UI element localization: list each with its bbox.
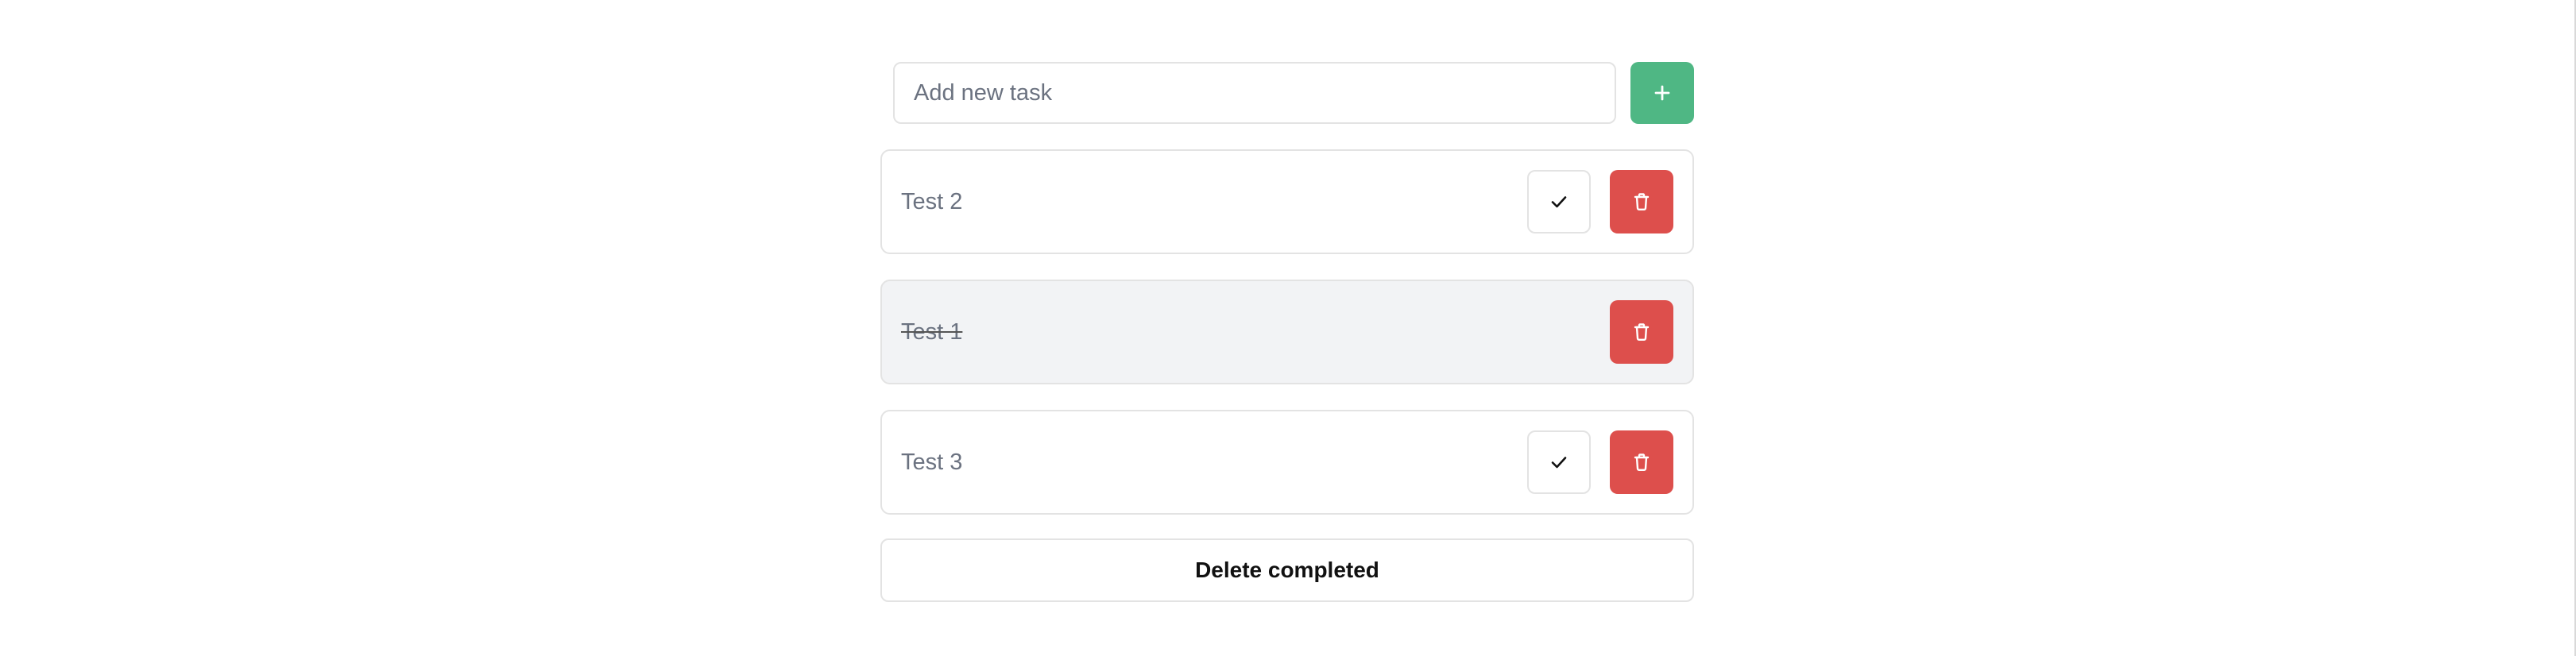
delete-completed-button[interactable]: Delete completed xyxy=(880,538,1694,602)
delete-task-button[interactable] xyxy=(1610,300,1673,364)
add-task-row xyxy=(880,60,1694,125)
plus-icon xyxy=(1651,82,1673,104)
trash-icon xyxy=(1630,320,1654,344)
add-task-input[interactable] xyxy=(893,62,1616,124)
task-label: Test 2 xyxy=(901,189,963,214)
complete-task-button[interactable] xyxy=(1527,430,1591,494)
trash-icon xyxy=(1630,190,1654,214)
trash-icon xyxy=(1630,450,1654,474)
add-task-button[interactable] xyxy=(1630,62,1694,124)
complete-task-button[interactable] xyxy=(1527,170,1591,233)
task-label: Test 3 xyxy=(901,450,963,475)
task-item-completed: Test 1 xyxy=(880,280,1694,384)
page: Test 2 Test 1 xyxy=(0,0,2576,656)
delete-task-button[interactable] xyxy=(1610,170,1673,233)
task-item: Test 3 xyxy=(880,410,1694,515)
check-icon xyxy=(1547,450,1571,474)
task-label: Test 1 xyxy=(901,319,963,345)
delete-task-button[interactable] xyxy=(1610,430,1673,494)
todo-app: Test 2 Test 1 xyxy=(880,60,1694,602)
check-icon xyxy=(1547,190,1571,214)
task-item: Test 2 xyxy=(880,149,1694,254)
